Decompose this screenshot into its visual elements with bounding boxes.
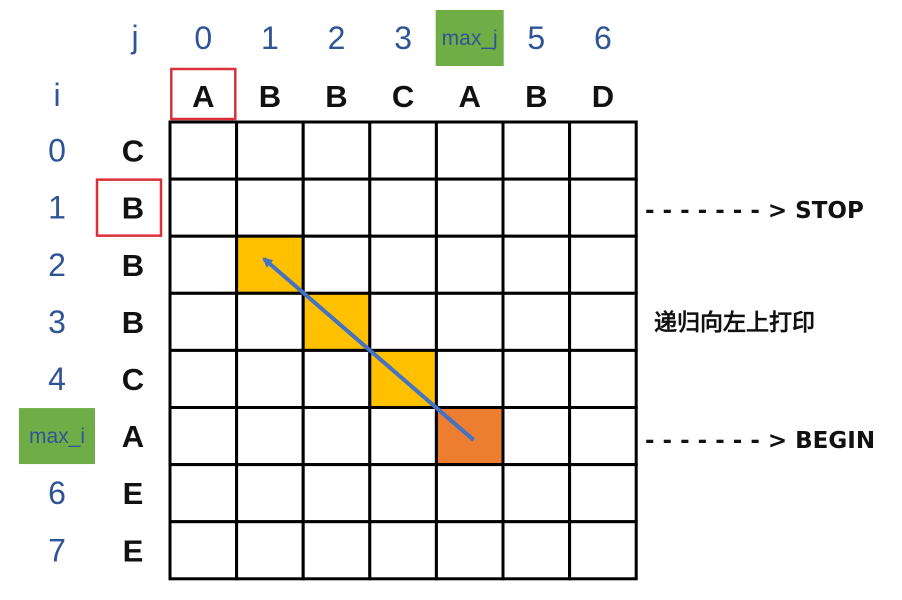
dp-cell (301, 348, 372, 409)
left-string-char: B (122, 305, 144, 340)
dp-cell (568, 177, 638, 238)
top-string-char: A (192, 79, 214, 114)
dp-cell (501, 234, 572, 295)
dp-cell (235, 291, 305, 352)
dp-cell (168, 234, 239, 295)
dp-cell (168, 120, 239, 181)
top-string-row: ABBCABD (170, 67, 614, 121)
i-index-label: 2 (48, 247, 66, 283)
dp-cell (434, 348, 505, 409)
dp-cell (168, 291, 239, 352)
dp-cell (301, 234, 372, 295)
dp-cell (368, 463, 438, 524)
j-index-label: 6 (594, 20, 612, 56)
dp-cell (168, 520, 239, 581)
i-index-label: 3 (48, 304, 66, 340)
dp-cell (434, 234, 505, 295)
dp-cell (301, 520, 372, 581)
dp-cell (434, 120, 505, 181)
dp-cell (301, 406, 372, 467)
i-axis-label: i (53, 77, 60, 113)
left-string-char: B (122, 191, 144, 226)
dp-cell (235, 406, 305, 467)
top-string-char: C (392, 79, 414, 114)
left-string-char: E (123, 476, 144, 511)
dp-cell (568, 291, 638, 352)
left-string-char: B (122, 248, 144, 283)
dp-cell (301, 463, 372, 524)
dp-cell (434, 177, 505, 238)
dp-cell (501, 520, 572, 581)
dp-cell (501, 348, 572, 409)
j-index-label: 2 (328, 20, 346, 56)
dp-cell (568, 406, 638, 467)
lcs-grid-diagram: j i 0 1 2 3 max_j 5 6 01234max_i67 ABBCABD CBB… (19, 10, 875, 581)
dp-cell (501, 177, 572, 238)
dp-cell (235, 177, 305, 238)
j-index-row: 0 1 2 3 max_j 5 6 (194, 10, 612, 66)
dp-cell (168, 348, 239, 409)
dp-cell (434, 520, 505, 581)
i-index-label: 0 (48, 133, 66, 169)
top-string-char: B (325, 79, 347, 114)
top-string-char: B (525, 79, 547, 114)
dp-cell (235, 520, 305, 581)
left-string-column: CBBBCAEE (95, 134, 163, 568)
top-string-char: D (592, 79, 614, 114)
dp-cell (434, 291, 505, 352)
dp-cell (434, 463, 505, 524)
j-index-label: max_j (442, 27, 498, 50)
dp-cell (368, 234, 438, 295)
dp-cell (301, 177, 372, 238)
top-string-char: A (459, 79, 481, 114)
dp-cell (235, 348, 305, 409)
stop-annotation: - - - - - - - > STOP (645, 198, 864, 224)
dp-cell (568, 348, 638, 409)
dp-table (168, 120, 638, 581)
dp-cell (501, 463, 572, 524)
dp-cell (168, 177, 239, 238)
dp-cell (568, 234, 638, 295)
dp-cell (501, 291, 572, 352)
i-index-label: 4 (48, 361, 66, 397)
j-index-label: 3 (394, 20, 412, 56)
left-string-char: C (122, 134, 144, 169)
top-string-char: B (259, 79, 281, 114)
dp-cell (168, 406, 239, 467)
j-index-label: 1 (261, 20, 279, 56)
i-index-label: 7 (48, 532, 66, 568)
i-index-label: 6 (48, 475, 66, 511)
j-axis-label: j (130, 19, 138, 55)
dp-cell (501, 120, 572, 181)
recursive-print-note: 递归向左上打印 (654, 309, 815, 336)
dp-cell (368, 177, 438, 238)
lcs-diagram: j i 0 1 2 3 max_j 5 6 0 1 2 3 4 max_i 6 7 ABBCABD CBB… (0, 0, 902, 600)
j-index-label: 5 (527, 20, 545, 56)
dp-cell (368, 520, 438, 581)
i-index-column: 0 1 2 3 4 max_i 6 7 (19, 133, 95, 568)
left-string-char: A (122, 419, 144, 454)
dp-cell (568, 120, 638, 181)
dp-cell (235, 463, 305, 524)
dp-cell (568, 520, 638, 581)
j-index-label: 0 (194, 20, 212, 56)
dp-cell (368, 120, 438, 181)
dp-cell (235, 120, 305, 181)
i-index-label: max_i (29, 425, 85, 448)
dp-cell (301, 120, 372, 181)
dp-cell (368, 406, 438, 467)
dp-cell (368, 291, 438, 352)
dp-cell (568, 463, 638, 524)
dp-cell (168, 463, 239, 524)
left-string-char: E (123, 533, 144, 568)
begin-annotation: - - - - - - - > BEGIN (645, 428, 875, 454)
left-string-char: C (122, 362, 144, 397)
i-index-label: 1 (48, 190, 66, 226)
dp-cell (501, 406, 572, 467)
